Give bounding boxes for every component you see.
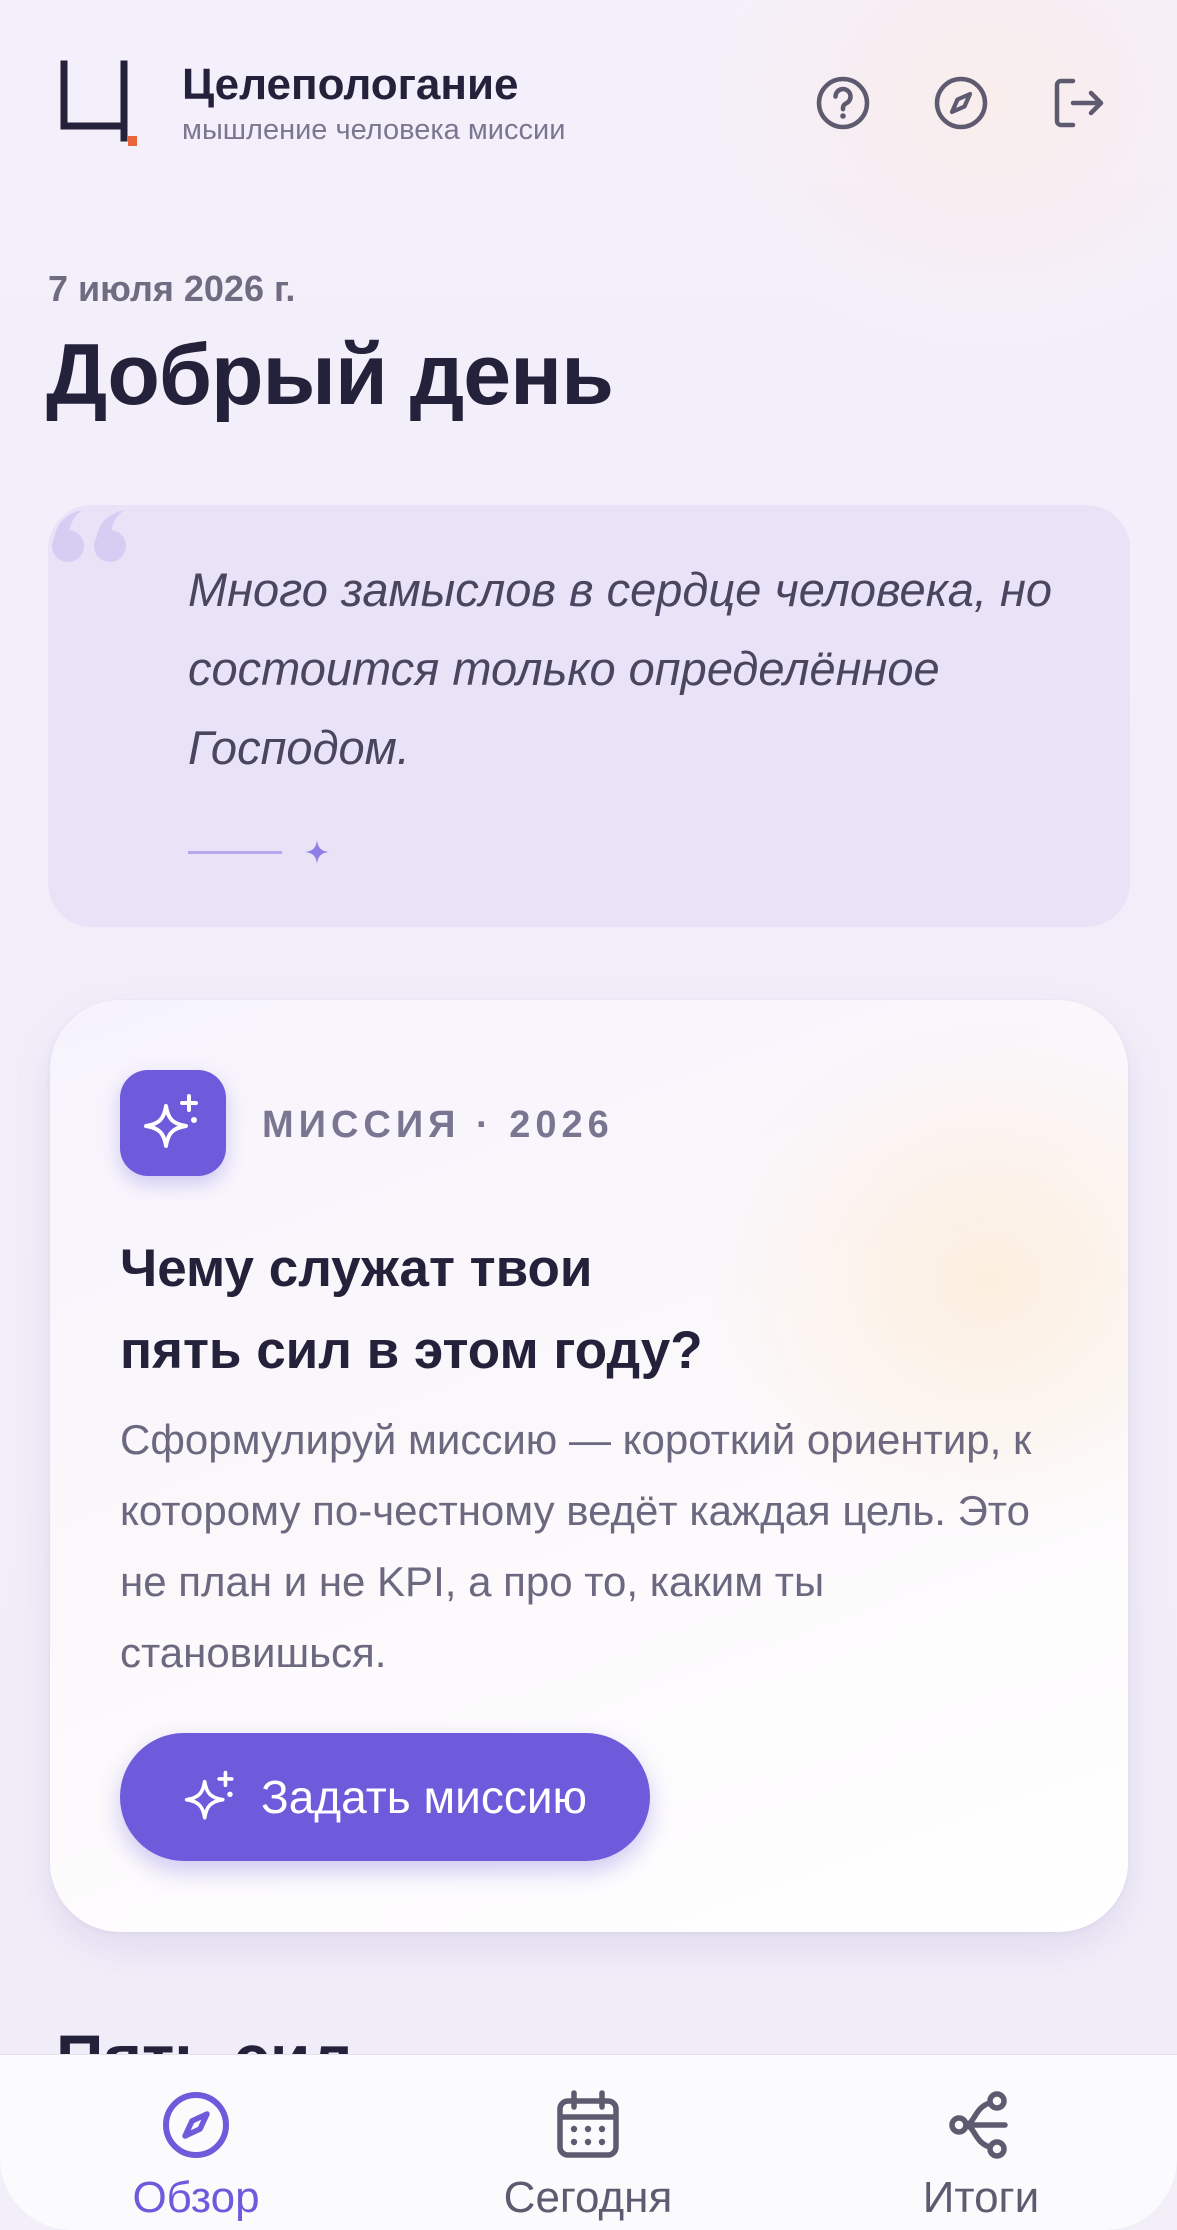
current-date: 7 июля 2026 г. [48, 268, 296, 309]
nav-label-today: Сегодня [503, 2173, 673, 2222]
greeting-title: Добрый день [46, 327, 614, 423]
help-button[interactable] [813, 73, 873, 133]
calendar-icon [557, 2090, 619, 2158]
compass-icon [934, 76, 988, 130]
set-mission-label: Задать миссию [260, 1771, 588, 1823]
app-screen: Целепологание мышление человека миссии 7… [0, 0, 1177, 2230]
sparkles-icon [144, 1094, 198, 1148]
app-title: Целепологание [182, 60, 519, 109]
mission-kicker: МИССИЯ · 2026 [262, 1104, 614, 1146]
mission-description: Сформулируй миссию — короткий ориентир, … [120, 1416, 1032, 1676]
mission-title-line-1: Чему служат твои [120, 1239, 593, 1298]
compass-button[interactable] [931, 73, 991, 133]
quote-text: Много замыслов в сердце человека, но сос… [188, 563, 1053, 774]
help-icon [816, 76, 870, 130]
app-logo [60, 60, 137, 146]
mission-badge [120, 1070, 226, 1176]
set-mission-button[interactable]: Задать миссию [120, 1733, 650, 1861]
app-header: Целепологание мышление человека миссии [0, 0, 1177, 210]
bottom-nav: Обзор Сегодня Итоги [0, 2054, 1177, 2230]
nav-tab-overview[interactable]: Обзор [46, 2055, 346, 2230]
logout-button[interactable] [1048, 73, 1108, 133]
mission-title-line-2: пять сил в этом году? [120, 1321, 703, 1380]
logout-icon [1054, 78, 1104, 128]
nav-tab-today[interactable]: Сегодня [438, 2055, 738, 2230]
nav-label-results: Итоги [922, 2173, 1040, 2222]
quote-divider [188, 851, 282, 854]
path-icon [949, 2091, 1008, 2159]
quote-marks-icon [52, 510, 126, 562]
mission-title: Чему служат твои пять сил в этом году? [120, 1228, 1020, 1392]
nav-tab-results[interactable]: Итоги [831, 2055, 1131, 2230]
sparkles-icon [184, 1770, 234, 1820]
nav-label-overview: Обзор [132, 2173, 260, 2222]
sparkle-icon [305, 840, 329, 864]
compass-icon [163, 2092, 229, 2158]
app-subtitle: мышление человека миссии [182, 114, 566, 146]
